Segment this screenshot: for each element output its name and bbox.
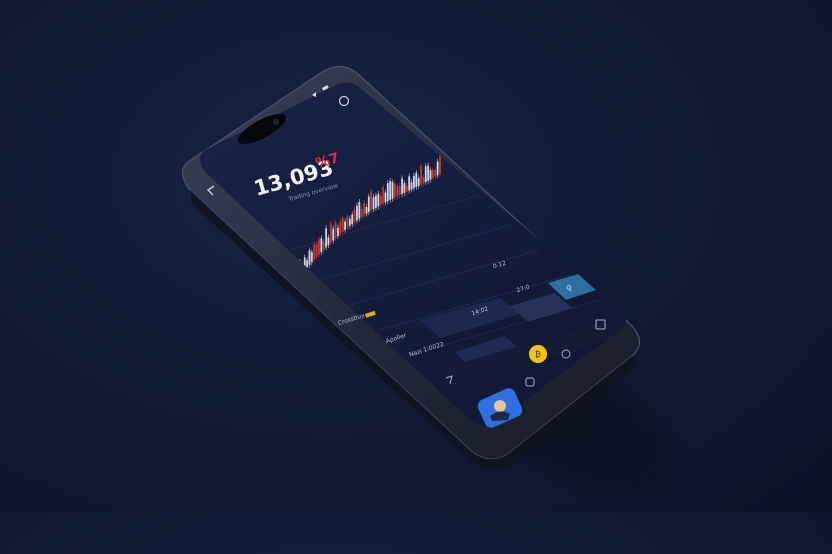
candle xyxy=(384,192,387,203)
candle xyxy=(429,170,432,180)
candle xyxy=(431,169,434,179)
candle xyxy=(370,191,373,211)
candle xyxy=(327,237,330,246)
candle xyxy=(424,166,427,183)
candle xyxy=(422,177,425,184)
candle xyxy=(420,166,422,185)
candle xyxy=(372,197,375,210)
candle xyxy=(360,209,363,217)
candle xyxy=(396,185,399,197)
candle xyxy=(417,178,420,186)
candle xyxy=(363,202,365,216)
candle xyxy=(356,205,358,221)
candle xyxy=(306,260,309,268)
candle xyxy=(386,183,389,202)
candle xyxy=(358,201,361,219)
candle xyxy=(365,207,368,214)
candle xyxy=(379,195,382,206)
candle xyxy=(436,161,439,176)
candle xyxy=(391,182,394,199)
candle xyxy=(325,228,328,248)
svg-text:₿: ₿ xyxy=(535,350,541,359)
candle xyxy=(427,165,430,181)
candle xyxy=(351,214,354,224)
candle xyxy=(329,223,332,243)
candle xyxy=(337,227,339,237)
candle xyxy=(353,209,356,223)
candle xyxy=(341,218,344,232)
candle xyxy=(320,238,323,253)
candle xyxy=(313,244,316,260)
candle xyxy=(415,172,418,188)
candle xyxy=(377,194,380,207)
candle xyxy=(332,228,335,241)
candle xyxy=(322,241,325,250)
candle xyxy=(403,183,406,193)
candle xyxy=(382,187,384,204)
candle xyxy=(434,169,437,177)
candle xyxy=(339,221,342,234)
candle xyxy=(315,244,318,258)
candle xyxy=(346,216,349,228)
candle xyxy=(348,218,351,226)
candle xyxy=(410,182,413,190)
candle xyxy=(318,239,320,255)
candle xyxy=(344,221,346,230)
candle xyxy=(398,186,401,196)
candle xyxy=(375,195,377,208)
scene: ⚲ 13,093 %7 Trading overview Crossbuy 0.… xyxy=(0,0,832,554)
candle xyxy=(439,155,441,174)
phone-illustration: ⚲ 13,093 %7 Trading overview Crossbuy 0.… xyxy=(181,65,641,470)
candle xyxy=(389,180,392,200)
candle xyxy=(334,222,337,239)
candle xyxy=(394,183,396,198)
candle xyxy=(405,185,408,192)
candle xyxy=(401,178,403,195)
candle xyxy=(308,250,311,265)
candle xyxy=(408,176,411,191)
candle xyxy=(310,252,313,263)
candle xyxy=(412,175,415,189)
candle xyxy=(367,196,370,213)
